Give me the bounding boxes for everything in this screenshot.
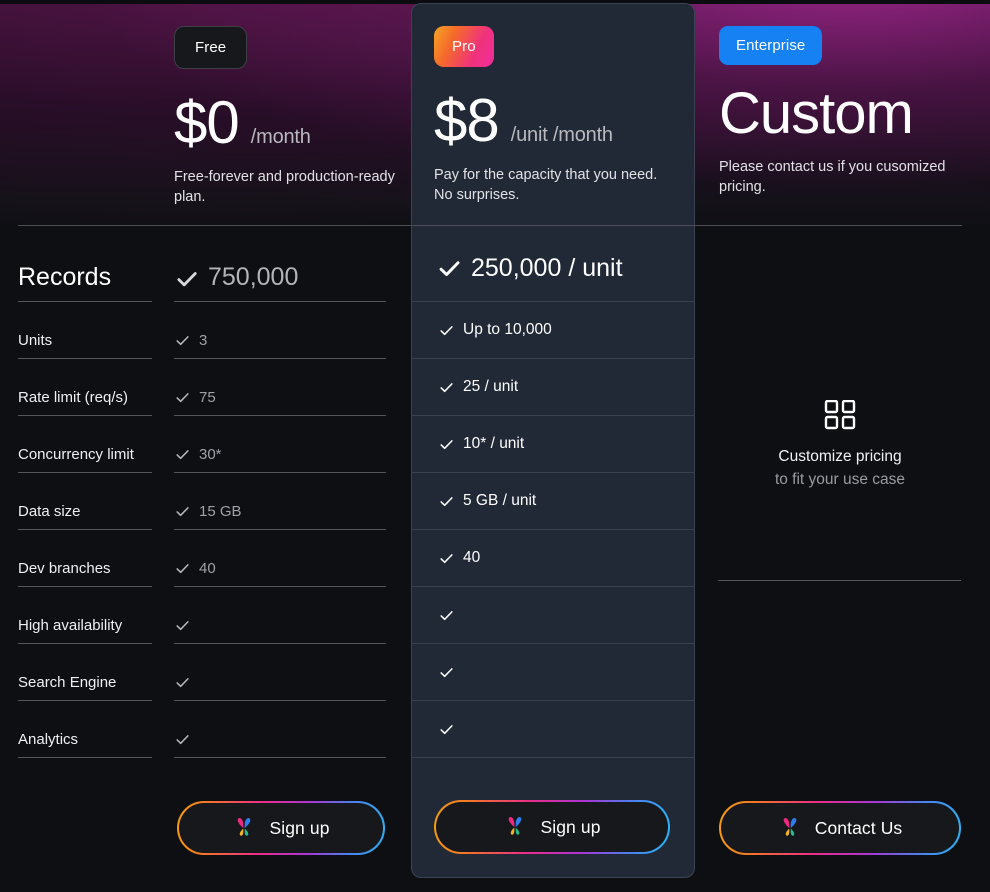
- contact-us-button-label: Contact Us: [814, 817, 903, 838]
- plan-header-enterprise: Enterprise Custom Please contact us if y…: [695, 0, 990, 225]
- feature-label: Units: [18, 302, 152, 359]
- feature-row-pro: 25 / unit: [412, 359, 694, 416]
- pricing-table: Free $0 /month Free-forever and producti…: [0, 0, 990, 892]
- feature-value-free: [174, 587, 386, 644]
- check-icon: [438, 436, 455, 453]
- check-icon: [174, 731, 191, 748]
- check-icon: [174, 617, 191, 634]
- feature-value-text: Up to 10,000: [463, 321, 552, 338]
- check-icon: [438, 379, 455, 396]
- feature-value-text: 250,000 / unit: [471, 254, 623, 282]
- signup-button-free-label: Sign up: [269, 817, 330, 838]
- plan-badge-free[interactable]: Free: [174, 26, 248, 69]
- feature-value-text: 5 GB / unit: [463, 492, 537, 509]
- check-icon: [438, 550, 455, 567]
- plan-price-unit-pro: /unit /month: [510, 124, 613, 146]
- header-divider: [18, 225, 962, 226]
- feature-value-free: [174, 701, 386, 758]
- feature-value-text: 750,000: [208, 263, 299, 291]
- feature-label: Concurrency limit: [18, 416, 152, 473]
- plan-blurb-free: Free-forever and production-ready plan.: [174, 169, 395, 206]
- feature-row-pro: 10* / unit: [412, 416, 694, 473]
- feature-value-text: 40: [463, 549, 481, 566]
- plan-header-pro: Pro $8 /unit /month Pay for the capacity…: [410, 0, 695, 225]
- enterprise-panel-line2: to fit your use case: [774, 471, 906, 488]
- enterprise-custom-panel: Customize pricing to fit your use case: [695, 399, 985, 489]
- check-icon: [438, 664, 455, 681]
- feature-value-free: 15 GB: [174, 473, 386, 530]
- enterprise-panel-line1: Customize pricing: [778, 448, 902, 465]
- plan-price-enterprise: Custom: [719, 81, 914, 146]
- grid-2x2-icon: [824, 399, 856, 430]
- plan-price-pro: $8: [434, 87, 500, 154]
- feature-row-pro: 250,000 / unit: [412, 236, 694, 302]
- feature-value-text: 25 / unit: [463, 378, 519, 395]
- feature-value-free: 40: [174, 530, 386, 587]
- plan-price-free: $0: [174, 89, 240, 156]
- feature-label: Dev branches: [18, 530, 152, 587]
- feature-value-free: 75: [174, 359, 386, 416]
- check-icon: [438, 607, 455, 624]
- feature-label: Search Engine: [18, 644, 152, 701]
- feature-value-free: [174, 644, 386, 701]
- check-icon: [438, 493, 455, 510]
- plan-badge-pro[interactable]: Pro: [434, 26, 494, 67]
- feature-value-free: 30*: [174, 416, 386, 473]
- butterfly-logo: [503, 816, 527, 838]
- signup-button-pro-label: Sign up: [540, 816, 601, 837]
- check-icon: [174, 674, 191, 691]
- feature-row-pro: [412, 644, 694, 701]
- feature-row-pro: [412, 587, 694, 644]
- check-icon: [438, 721, 455, 738]
- feature-row-free: Analytics: [0, 701, 410, 758]
- feature-row-free: Records 750,000: [0, 236, 410, 302]
- feature-row-free: Data size 15 GB: [0, 473, 410, 530]
- feature-value-text: 3: [199, 332, 208, 349]
- feature-row-free: Rate limit (req/s) 75: [0, 359, 410, 416]
- plan-header-free: Free $0 /month Free-forever and producti…: [0, 0, 410, 225]
- feature-label: Rate limit (req/s): [18, 359, 152, 416]
- butterfly-logo: [232, 817, 256, 839]
- plan-badge-enterprise[interactable]: Enterprise: [719, 26, 823, 65]
- feature-row-pro: 40: [412, 530, 694, 587]
- plan-price-unit-free: /month: [250, 126, 311, 148]
- feature-value-text: 15 GB: [199, 503, 242, 520]
- feature-value-text: 30*: [199, 446, 222, 463]
- check-icon: [174, 332, 191, 349]
- feature-value-free: 3: [174, 302, 386, 359]
- feature-label: Records: [18, 236, 152, 302]
- check-icon: [174, 266, 200, 292]
- check-icon: [174, 446, 191, 463]
- feature-label: High availability: [18, 587, 152, 644]
- feature-row-free: Concurrency limit 30*: [0, 416, 410, 473]
- feature-label: Analytics: [18, 701, 152, 758]
- check-icon: [436, 255, 463, 282]
- contact-us-button[interactable]: Contact Us: [719, 801, 961, 855]
- feature-value-free: 750,000: [174, 236, 386, 302]
- feature-row-free: Search Engine: [0, 644, 410, 701]
- feature-value-text: 40: [199, 560, 216, 577]
- feature-row-pro: Up to 10,000: [412, 302, 694, 359]
- feature-row-pro: 5 GB / unit: [412, 473, 694, 530]
- signup-button-pro[interactable]: Sign up: [434, 800, 670, 854]
- plan-blurb-pro: Pay for the capacity that you need. No s…: [434, 167, 658, 204]
- feature-row-free: High availability: [0, 587, 410, 644]
- plan-blurb-enterprise: Please contact us if you cusomized prici…: [719, 159, 946, 196]
- enterprise-divider: [718, 580, 961, 581]
- signup-button-free[interactable]: Sign up: [177, 801, 385, 855]
- feature-row-free: Dev branches 40: [0, 530, 410, 587]
- feature-value-text: 10* / unit: [463, 435, 525, 452]
- feature-label: Data size: [18, 473, 152, 530]
- check-icon: [174, 389, 191, 406]
- feature-row-free: Units 3: [0, 302, 410, 359]
- check-icon: [438, 322, 455, 339]
- check-icon: [174, 503, 191, 520]
- check-icon: [174, 560, 191, 577]
- feature-row-pro: [412, 701, 694, 758]
- butterfly-logo: [778, 817, 802, 839]
- feature-value-text: 75: [199, 389, 216, 406]
